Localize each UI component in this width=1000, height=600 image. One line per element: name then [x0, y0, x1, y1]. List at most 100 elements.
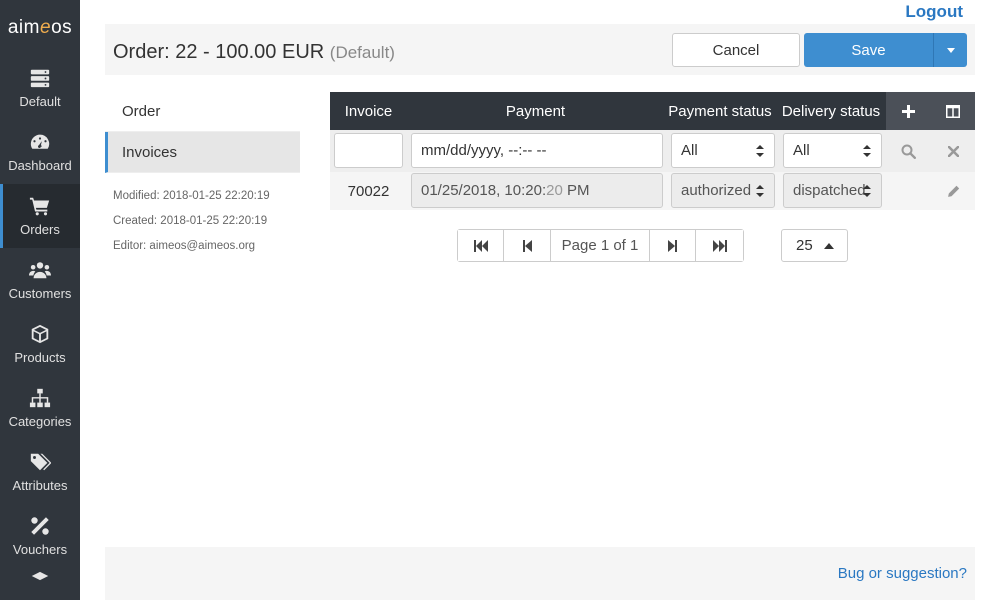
caret-down-icon: [946, 47, 955, 53]
selected-value: All: [681, 142, 698, 159]
cube-icon: [31, 324, 49, 344]
next-page-icon: [667, 239, 677, 252]
percent-icon: [31, 517, 49, 535]
sidebar-item-customers[interactable]: Customers: [0, 248, 80, 312]
page-header: Order: 22 - 100.00 EUR (Default) Cancel …: [105, 24, 975, 75]
payment-seconds: 20: [546, 182, 563, 199]
delivery-status-select: dispatched: [783, 173, 882, 208]
tags-icon: [30, 453, 51, 471]
page-size-value: 25: [796, 237, 813, 254]
sidebar-item-vouchers[interactable]: Vouchers: [0, 504, 80, 568]
sidebar-item-label: Customers: [8, 286, 72, 301]
main-sidebar: aim e os Default Dashboard Orders Customer…: [0, 0, 80, 600]
sidebar-item-label: Default: [19, 94, 61, 109]
last-page-button[interactable]: [696, 230, 743, 261]
page-title: Order: 22 - 100.00 EUR (Default): [113, 41, 395, 64]
column-header-payment-status[interactable]: Payment status: [664, 92, 776, 130]
cancel-button[interactable]: Cancel: [672, 33, 800, 67]
invoice-filter-input[interactable]: [334, 133, 403, 168]
select-arrows-icon: [756, 144, 764, 157]
sidebar-item-label: Attributes: [12, 478, 68, 493]
sidebar-item-label: Categories: [8, 414, 72, 429]
previous-page-icon: [523, 239, 532, 252]
last-page-icon: [712, 239, 727, 252]
invoice-number: 70022: [347, 182, 390, 200]
sidebar-item-more[interactable]: [0, 568, 80, 600]
sidebar-item-label: Products: [14, 350, 66, 365]
sidebar-item-default[interactable]: Default: [0, 56, 80, 120]
table-row[interactable]: 70022 01/25/2018, 10:20: 20 PM authorized…: [330, 172, 975, 210]
table-header: Invoice Payment Payment status Delivery …: [330, 92, 975, 130]
payment-date-field: 01/25/2018, 10:20: 20 PM: [411, 173, 663, 208]
columns-toggle-button[interactable]: [931, 92, 975, 130]
logo-part: os: [51, 17, 73, 38]
selected-value: All: [793, 142, 810, 159]
cart-icon: [29, 197, 50, 216]
delivery-status-filter-select[interactable]: All: [783, 133, 882, 168]
edit-invoice-button[interactable]: [931, 172, 975, 210]
previous-page-button[interactable]: [504, 230, 551, 261]
close-icon: [947, 145, 959, 157]
sitemap-icon: [29, 388, 51, 408]
filter-row: mm/dd/yyyy, --:-- -- All All: [330, 130, 975, 172]
column-header-invoice[interactable]: Invoice: [330, 92, 407, 130]
caret-up-icon: [823, 242, 834, 249]
logo-part: e: [39, 17, 52, 38]
users-icon: [29, 262, 51, 279]
select-arrows-icon: [756, 184, 764, 197]
logo-part: aim: [7, 17, 40, 38]
pencil-icon: [947, 185, 959, 197]
search-button[interactable]: [886, 130, 931, 172]
page-footer: Bug or suggestion?: [105, 547, 975, 600]
plus-icon: [902, 104, 915, 118]
sidebar-item-attributes[interactable]: Attributes: [0, 440, 80, 504]
subnav-item-invoices[interactable]: Invoices: [105, 132, 300, 173]
column-header-delivery-status[interactable]: Delivery status: [776, 92, 886, 130]
payment-status-filter-select[interactable]: All: [671, 133, 775, 168]
sidebar-item-orders[interactable]: Orders: [0, 184, 80, 248]
sidebar-item-products[interactable]: Products: [0, 312, 80, 376]
cube-icon: [31, 571, 49, 581]
save-dropdown-button[interactable]: [933, 33, 967, 67]
order-meta: Modified: 2018-01-25 22:20:19 Created: 2…: [105, 183, 300, 258]
sidebar-item-label: Orders: [20, 222, 60, 237]
sidebar-item-dashboard[interactable]: Dashboard: [0, 120, 80, 184]
sidebar-item-label: Vouchers: [12, 542, 68, 557]
page-size-dropdown[interactable]: 25: [781, 229, 848, 262]
first-page-icon: [473, 239, 488, 252]
payment-date-filter-input[interactable]: mm/dd/yyyy, --:-- --: [411, 133, 663, 168]
invoice-table: Invoice Payment Payment status Delivery …: [330, 92, 975, 210]
logout-link[interactable]: Logout: [905, 2, 963, 22]
payment-status-select: authorized: [671, 173, 775, 208]
payment-ampm: PM: [567, 182, 590, 199]
dashboard-icon: [30, 134, 50, 149]
columns-icon: [946, 104, 960, 118]
bug-report-link[interactable]: Bug or suggestion?: [838, 565, 967, 582]
save-button[interactable]: Save: [804, 33, 933, 67]
sidebar-item-categories[interactable]: Categories: [0, 376, 80, 440]
select-arrows-icon: [863, 144, 871, 157]
aimeos-logo[interactable]: aim e os: [0, 0, 80, 56]
site-label: (Default): [329, 43, 395, 62]
payment-time: 10:20:: [504, 182, 547, 199]
selected-value: authorized: [681, 182, 752, 199]
clear-filter-button[interactable]: [931, 130, 975, 172]
modified-date: Modified: 2018-01-25 22:20:19: [113, 189, 270, 202]
next-page-button[interactable]: [650, 230, 696, 261]
selected-value: dispatched: [793, 182, 866, 199]
search-icon: [901, 144, 916, 159]
column-header-payment[interactable]: Payment: [407, 92, 664, 130]
payment-date: 01/25/2018,: [421, 182, 501, 199]
page-indicator: Page 1 of 1: [551, 230, 650, 261]
order-title: Order: 22 - 100.00 EUR: [113, 41, 325, 63]
add-invoice-button[interactable]: [886, 92, 931, 130]
first-page-button[interactable]: [458, 230, 504, 261]
order-subnav: Order Invoices Modified: 2018-01-25 22:2…: [105, 91, 300, 258]
select-arrows-icon: [863, 184, 871, 197]
subnav-item-order[interactable]: Order: [105, 91, 300, 132]
sidebar-item-label: Dashboard: [8, 158, 72, 173]
pagination: Page 1 of 1: [457, 229, 744, 262]
created-date: Created: 2018-01-25 22:20:19: [113, 214, 268, 227]
editor-info: Editor: aimeos@aimeos.org: [113, 239, 256, 252]
server-icon: [30, 69, 50, 88]
